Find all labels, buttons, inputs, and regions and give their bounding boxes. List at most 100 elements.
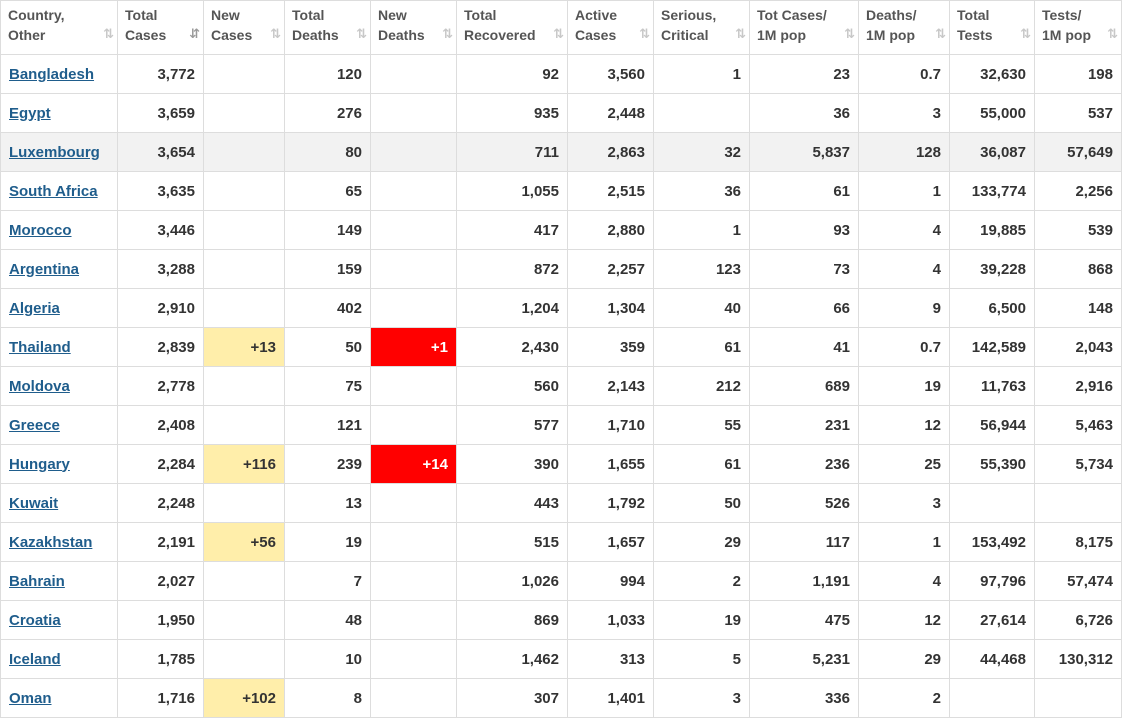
cell-total-recovered: 417 [456,210,568,250]
cell-new-deaths [370,600,457,640]
cell-serious-critical: 19 [653,600,750,640]
cell-tot-cases-per-1m: 23 [749,54,859,94]
sort-icon[interactable]: ⇅ [442,24,453,44]
cell-total-tests: 44,468 [949,639,1035,679]
column-header-total-cases[interactable]: Total Cases ⇵ [117,0,204,55]
sort-icon[interactable]: ⇅ [1020,24,1031,44]
country-link[interactable]: Algeria [9,300,60,317]
sort-icon[interactable]: ⇅ [103,24,114,44]
cell-total-deaths: 121 [284,405,371,445]
country-link[interactable]: Iceland [9,651,61,668]
cell-new-deaths [370,405,457,445]
column-header-serious-critical[interactable]: Serious, Critical ⇅ [653,0,750,55]
column-header-new-deaths[interactable]: New Deaths ⇅ [370,0,457,55]
column-header-total-deaths[interactable]: Total Deaths ⇅ [284,0,371,55]
table-row: Morocco 3,446 149 417 2,880 1 93 4 19,885 539 [0,210,1122,250]
header-row: Country, Other ⇅ Total Cases ⇵ New Cases ⇅ Total D… [0,0,1122,55]
cell-new-cases: +56 [203,522,285,562]
cell-total-cases: 1,716 [117,678,204,718]
cell-total-tests: 11,763 [949,366,1035,406]
sort-icon[interactable]: ⇅ [1107,24,1118,44]
cell-country: South Africa [0,171,118,211]
cell-total-deaths: 120 [284,54,371,94]
column-header-new-cases[interactable]: New Cases ⇅ [203,0,285,55]
cell-new-cases: +13 [203,327,285,367]
cell-total-recovered: 872 [456,249,568,289]
country-link[interactable]: Morocco [9,222,72,239]
column-header-deaths-per-1m[interactable]: Deaths/1M pop ⇅ [858,0,950,55]
column-header-tot-cases-per-1m[interactable]: Tot Cases/1M pop ⇅ [749,0,859,55]
cell-active-cases: 3,560 [567,54,654,94]
table-row: Bangladesh 3,772 120 92 3,560 1 23 0.7 32,630 198 [0,54,1122,94]
country-link[interactable]: Hungary [9,456,70,473]
cell-total-tests [949,678,1035,718]
country-link[interactable]: Thailand [9,339,71,356]
cell-active-cases: 994 [567,561,654,601]
cell-total-tests: 133,774 [949,171,1035,211]
country-link[interactable]: Kazakhstan [9,534,92,551]
sort-icon[interactable]: ⇅ [735,24,746,44]
cell-deaths-per-1m: 0.7 [858,327,950,367]
cell-new-cases [203,210,285,250]
cell-total-tests: 55,000 [949,93,1035,133]
column-header-tests-per-1m[interactable]: Tests/1M pop ⇅ [1034,0,1122,55]
country-link[interactable]: South Africa [9,183,98,200]
column-header-total-tests[interactable]: Total Tests ⇅ [949,0,1035,55]
sort-icon[interactable]: ⇅ [844,24,855,44]
column-header-country[interactable]: Country, Other ⇅ [0,0,118,55]
sort-icon[interactable]: ⇅ [356,24,367,44]
country-link[interactable]: Luxembourg [9,144,100,161]
country-link[interactable]: Greece [9,417,60,434]
cell-new-deaths [370,249,457,289]
column-header-line1: Tests/ [1042,7,1082,23]
cell-serious-critical [653,93,750,133]
cell-total-deaths: 75 [284,366,371,406]
cell-tot-cases-per-1m: 231 [749,405,859,445]
cell-total-recovered: 577 [456,405,568,445]
cell-total-tests: 142,589 [949,327,1035,367]
sort-icon[interactable]: ⇅ [553,24,564,44]
cell-country: Iceland [0,639,118,679]
cell-new-cases [203,132,285,172]
column-header-line1: New [211,7,240,23]
sort-desc-icon[interactable]: ⇵ [189,24,200,44]
cell-tot-cases-per-1m: 5,231 [749,639,859,679]
cell-tests-per-1m: 2,916 [1034,366,1122,406]
country-link[interactable]: Bahrain [9,573,65,590]
cell-active-cases: 2,143 [567,366,654,406]
cell-country: Greece [0,405,118,445]
cell-total-deaths: 48 [284,600,371,640]
cell-tot-cases-per-1m: 5,837 [749,132,859,172]
cell-total-recovered: 307 [456,678,568,718]
country-link[interactable]: Kuwait [9,495,58,512]
sort-icon[interactable]: ⇅ [639,24,650,44]
cell-serious-critical: 32 [653,132,750,172]
country-link[interactable]: Oman [9,690,52,707]
country-link[interactable]: Croatia [9,612,61,629]
cell-new-cases [203,249,285,289]
cell-total-tests [949,483,1035,523]
cell-country: Thailand [0,327,118,367]
cell-tests-per-1m [1034,483,1122,523]
cell-tests-per-1m: 2,256 [1034,171,1122,211]
sort-icon[interactable]: ⇅ [935,24,946,44]
country-link[interactable]: Moldova [9,378,70,395]
cell-total-deaths: 276 [284,93,371,133]
cell-new-cases: +102 [203,678,285,718]
sort-icon[interactable]: ⇅ [270,24,281,44]
cell-new-cases [203,405,285,445]
column-header-line1: Serious, [661,7,717,23]
table-body: Bangladesh 3,772 120 92 3,560 1 23 0.7 32,630 198… [0,54,1122,718]
country-link[interactable]: Bangladesh [9,66,94,83]
country-link[interactable]: Egypt [9,105,51,122]
cell-new-cases [203,54,285,94]
cell-total-cases: 1,785 [117,639,204,679]
cell-country: Argentina [0,249,118,289]
country-link[interactable]: Argentina [9,261,79,278]
cell-serious-critical: 61 [653,444,750,484]
cell-total-recovered: 443 [456,483,568,523]
column-header-active-cases[interactable]: Active Cases ⇅ [567,0,654,55]
cell-serious-critical: 40 [653,288,750,328]
column-header-total-recovered[interactable]: Total Recovered ⇅ [456,0,568,55]
cell-new-deaths [370,366,457,406]
